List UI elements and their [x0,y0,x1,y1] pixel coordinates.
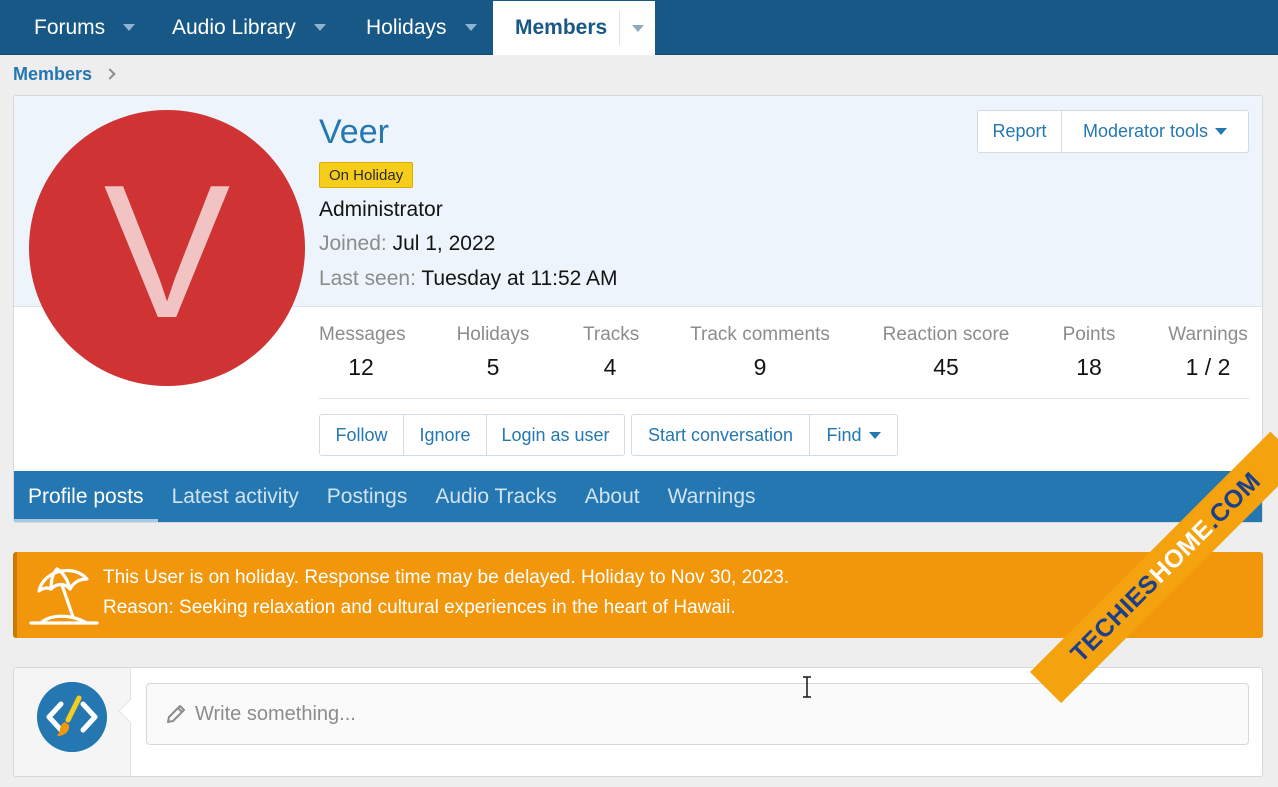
stat-reaction-score[interactable]: Reaction score 45 [882,324,1010,381]
profile-post-input[interactable] [195,702,1095,726]
find-button[interactable]: Find [810,415,897,455]
tab-audio-tracks[interactable]: Audio Tracks [421,471,570,522]
conversation-button-group: Start conversation Find [631,414,898,456]
stat-value: 1 / 2 [1185,354,1231,380]
nav-tab-audio-library[interactable]: Audio Library [138,1,334,54]
stat-value: 5 [486,354,500,380]
holiday-reason-text: Reason: Seeking relaxation and cultural … [103,597,736,618]
caret-down-icon [868,431,881,439]
tab-about[interactable]: About [571,471,654,522]
chevron-down-icon[interactable] [123,24,136,31]
text-cursor-icon [803,676,811,698]
chevron-down-icon[interactable] [464,24,477,31]
tab-latest-activity[interactable]: Latest activity [158,471,313,522]
stat-label: Points [1062,324,1116,345]
profile-tabs: Profile posts Latest activity Postings A… [14,471,1262,522]
nav-tab-label: Holidays [366,15,447,39]
stat-points[interactable]: Points 18 [1061,324,1117,381]
nav-tab-label: Audio Library [172,15,296,39]
member-profile-card: V Veer On Holiday Administrator Joined: … [13,95,1263,523]
tab-warnings[interactable]: Warnings [654,471,770,522]
follow-button-group: Follow Ignore Login as user [319,414,625,456]
start-conversation-button[interactable]: Start conversation [632,415,810,455]
nav-tab-label: Members [515,16,608,39]
last-seen-label: Last seen: [319,267,416,290]
stat-value: 9 [753,354,767,380]
member-actions: Follow Ignore Login as user Start conver… [319,414,898,456]
chevron-down-icon[interactable] [632,24,645,32]
nav-tab-members[interactable]: Members [493,1,655,55]
pencil-icon [167,705,185,723]
login-as-user-button[interactable]: Login as user [487,415,624,455]
breadcrumb-link-members[interactable]: Members [13,64,92,85]
member-stats: Messages 12 Holidays 5 Tracks 4 Track co… [319,324,1249,399]
moderator-tools-label: Moderator tools [1082,121,1209,141]
stat-label: Messages [319,324,406,345]
holiday-notice-text: This User is on holiday. Response time m… [103,567,790,588]
stat-value: 45 [933,354,959,380]
avatar[interactable] [37,682,107,752]
breadcrumb: Members [13,62,116,86]
tab-profile-posts[interactable]: Profile posts [14,471,158,522]
stat-label: Reaction score [882,324,1010,345]
follow-button[interactable]: Follow [320,415,404,455]
composer-avatar-column [14,668,131,776]
ignore-button[interactable]: Ignore [404,415,487,455]
stat-value: 18 [1076,354,1102,380]
nav-tab-forums[interactable]: Forums [0,1,138,54]
chevron-down-icon[interactable] [313,24,326,31]
find-label: Find [826,424,862,445]
joined-label: Joined: [319,232,387,255]
stat-value: 12 [348,354,374,380]
stat-value: 4 [603,354,617,380]
stat-holidays[interactable]: Holidays 5 [455,324,531,381]
stat-label: Tracks [583,324,640,345]
user-title: Administrator [319,198,443,221]
profile-top-buttons: Report Moderator tools [977,110,1249,153]
report-button[interactable]: Report [978,111,1062,152]
joined-value: Jul 1, 2022 [392,232,496,255]
stat-label: Holidays [456,324,530,345]
chevron-right-icon [104,68,116,80]
stat-messages[interactable]: Messages 12 [319,324,406,381]
status-badge: On Holiday [319,162,414,188]
moderator-tools-button[interactable]: Moderator tools [1062,111,1248,152]
beach-umbrella-icon [29,567,99,625]
username[interactable]: Veer [319,113,389,152]
composer-field[interactable] [146,683,1249,745]
avatar[interactable]: V [29,110,305,386]
nav-tab-label: Forums [34,15,106,39]
last-seen-value: Tuesday at 11:52 AM [421,267,618,290]
stat-warnings[interactable]: Warnings 1 / 2 [1167,324,1249,381]
last-seen-info: Last seen: Tuesday at 11:52 AM [319,267,618,291]
divider [619,11,621,45]
stat-label: Warnings [1168,324,1248,345]
joined-info: Joined: Jul 1, 2022 [319,232,495,256]
stat-track-comments[interactable]: Track comments 9 [689,324,831,381]
tab-postings[interactable]: Postings [313,471,422,522]
stat-label: Track comments [690,324,830,345]
code-brush-icon [37,682,107,752]
caret-down-icon [1215,128,1228,135]
top-navigation: Forums Audio Library Holidays Members [0,0,1278,55]
avatar-letter: V [103,146,231,358]
nav-tab-holidays[interactable]: Holidays [334,1,493,54]
stat-tracks[interactable]: Tracks 4 [583,324,640,381]
